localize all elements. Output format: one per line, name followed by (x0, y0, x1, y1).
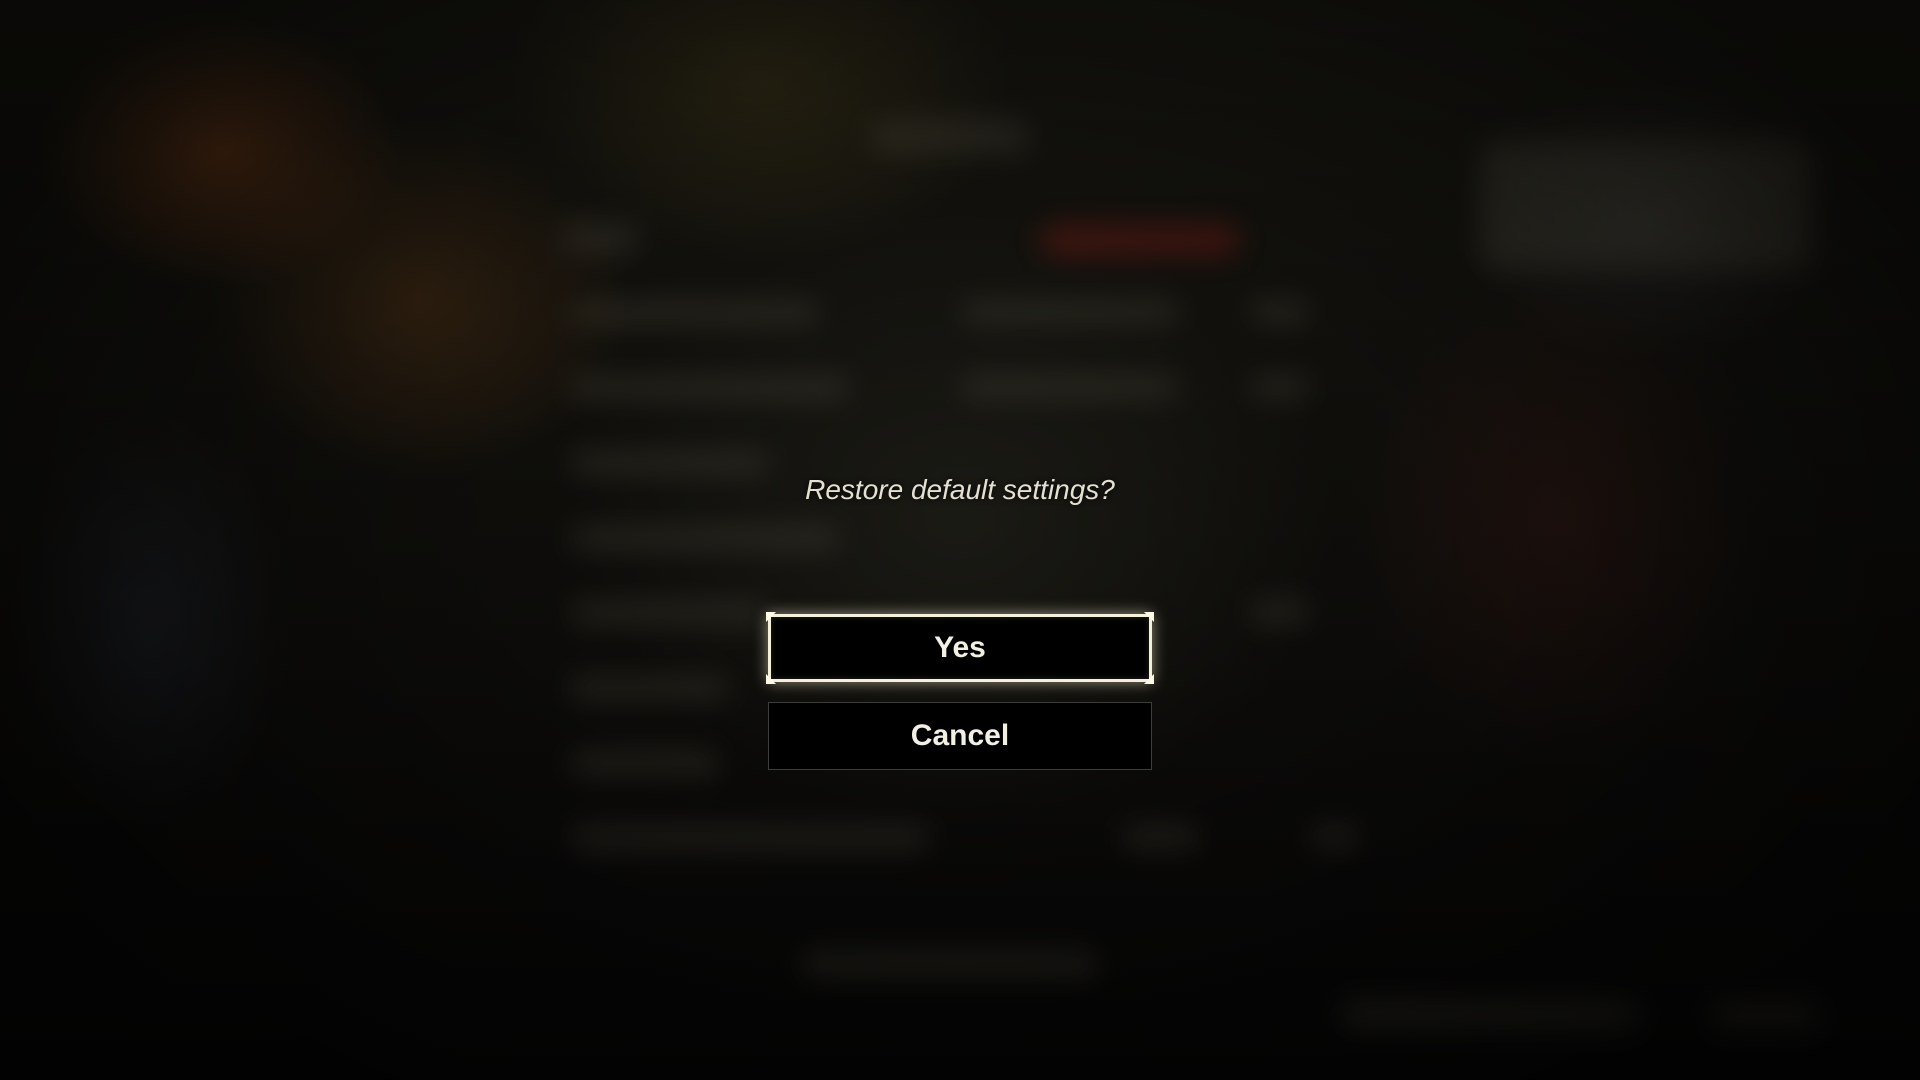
selection-corner-icon (1144, 612, 1154, 622)
selection-corner-icon (1144, 674, 1154, 684)
selection-corner-icon (766, 674, 776, 684)
selection-corner-icon (766, 612, 776, 622)
yes-button[interactable]: Yes (766, 612, 1154, 684)
cancel-button[interactable]: Cancel (768, 702, 1152, 770)
dialog-prompt: Restore default settings? (805, 474, 1115, 505)
yes-button-label: Yes (934, 631, 986, 664)
cancel-button-label: Cancel (910, 719, 1010, 752)
restore-defaults-dialog: Restore default settings? Yes Cancel (0, 0, 1920, 1080)
